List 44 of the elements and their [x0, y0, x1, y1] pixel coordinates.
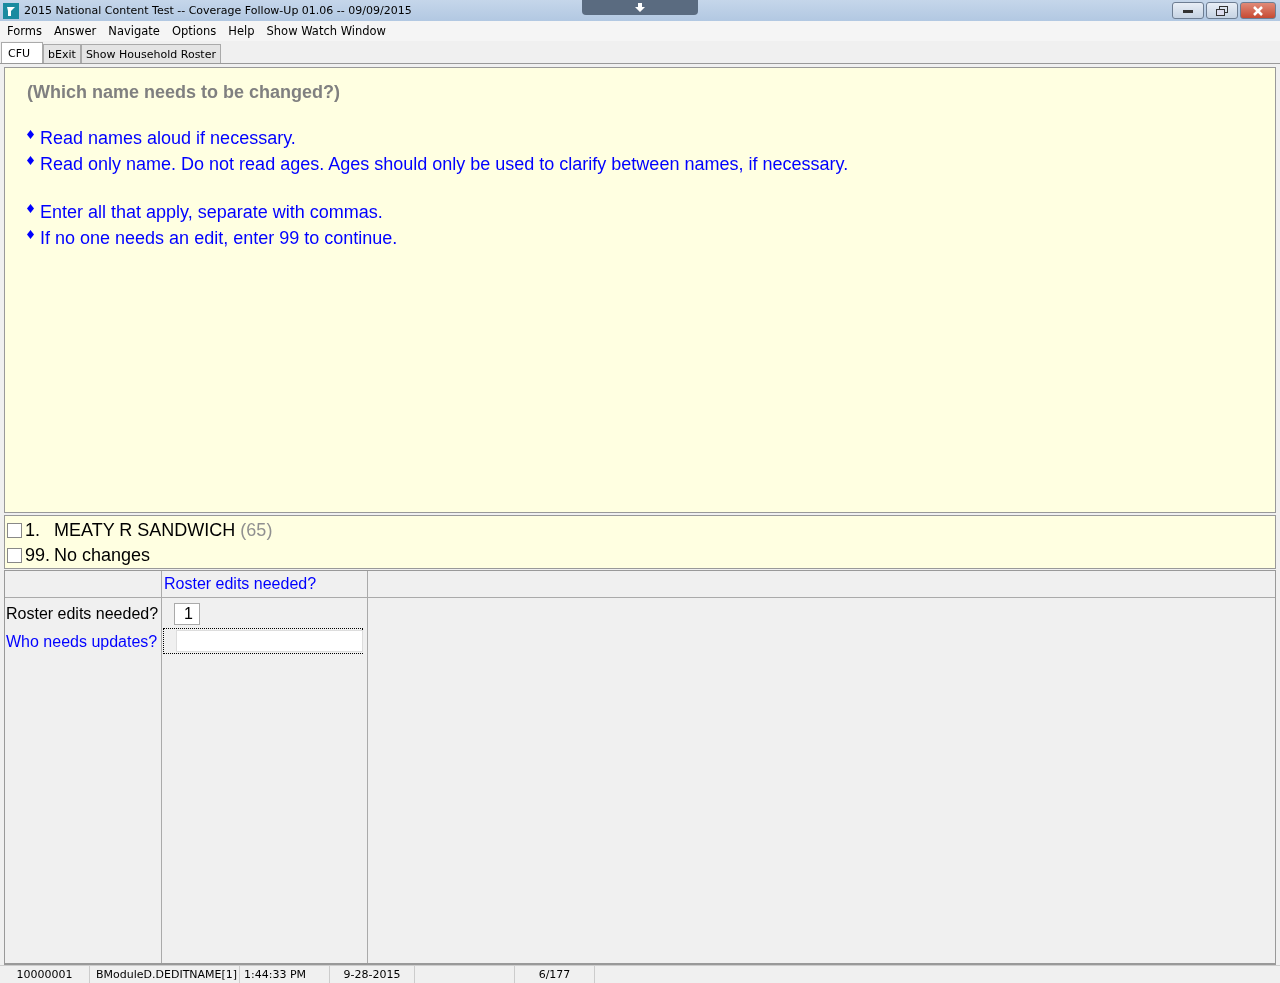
tab[interactable]: bExit [43, 44, 81, 63]
input-field[interactable] [176, 630, 363, 652]
status-text: 6/177 [538, 968, 571, 981]
tab[interactable]: CFU [1, 42, 44, 63]
age-note: (65) [240, 520, 273, 541]
input-field[interactable]: 1 [174, 603, 200, 625]
app-icon [3, 2, 19, 19]
diamond-bullet-icon [27, 230, 34, 239]
menu-item[interactable]: Answer [48, 24, 104, 38]
option-number: 1. [25, 520, 41, 541]
minimize-icon [1183, 8, 1193, 13]
menu-item[interactable]: Show Watch Window [261, 24, 393, 38]
menu-item[interactable]: Options [166, 24, 224, 38]
tab[interactable]: Show Household Roster [80, 44, 221, 63]
checkbox[interactable] [7, 548, 22, 563]
close-button[interactable] [1240, 2, 1276, 19]
minimize-button[interactable] [1172, 2, 1204, 19]
field-label: Who needs updates? [5, 632, 159, 652]
option-label: MEATY R SANDWICH [54, 520, 236, 541]
diamond-bullet-icon [27, 130, 34, 139]
menu-item[interactable]: Forms [2, 24, 49, 38]
menu-item[interactable]: Help [223, 24, 262, 38]
grip-icon [582, 0, 698, 15]
instruction-text: Read names aloud if necessary. [40, 127, 296, 149]
status-text: 10000001 [16, 968, 73, 981]
diamond-bullet-icon [27, 204, 34, 213]
window-title: 2015 National Content Test -- Coverage Follow-Up 01.06 -- 09/09/2015 [24, 4, 412, 17]
option-label: No changes [54, 545, 151, 566]
instruction-text: If no one needs an edit, enter 99 to continue. [40, 227, 398, 249]
option-number: 99. [25, 545, 52, 566]
close-icon [1252, 5, 1264, 16]
restore-icon [1216, 5, 1228, 16]
status-text: 9-28-2015 [343, 968, 401, 981]
menu-item[interactable]: Navigate [103, 24, 167, 38]
column-header: Roster edits needed? [164, 575, 317, 593]
restore-button[interactable] [1206, 2, 1238, 19]
instruction-text: Enter all that apply, separate with commas. [40, 201, 383, 223]
field-label: Roster edits needed? [5, 604, 160, 624]
checkbox[interactable] [7, 523, 22, 538]
diamond-bullet-icon [27, 156, 34, 165]
status-text: BModuleD.DEDITNAME[1] [96, 968, 238, 981]
status-text: 1:44:33 PM [244, 968, 307, 981]
question-text: (Which name needs to be changed?) [27, 82, 342, 103]
instruction-text: Read only name. Do not read ages. Ages should only be used to clarify between names, if necessary. [40, 153, 849, 175]
